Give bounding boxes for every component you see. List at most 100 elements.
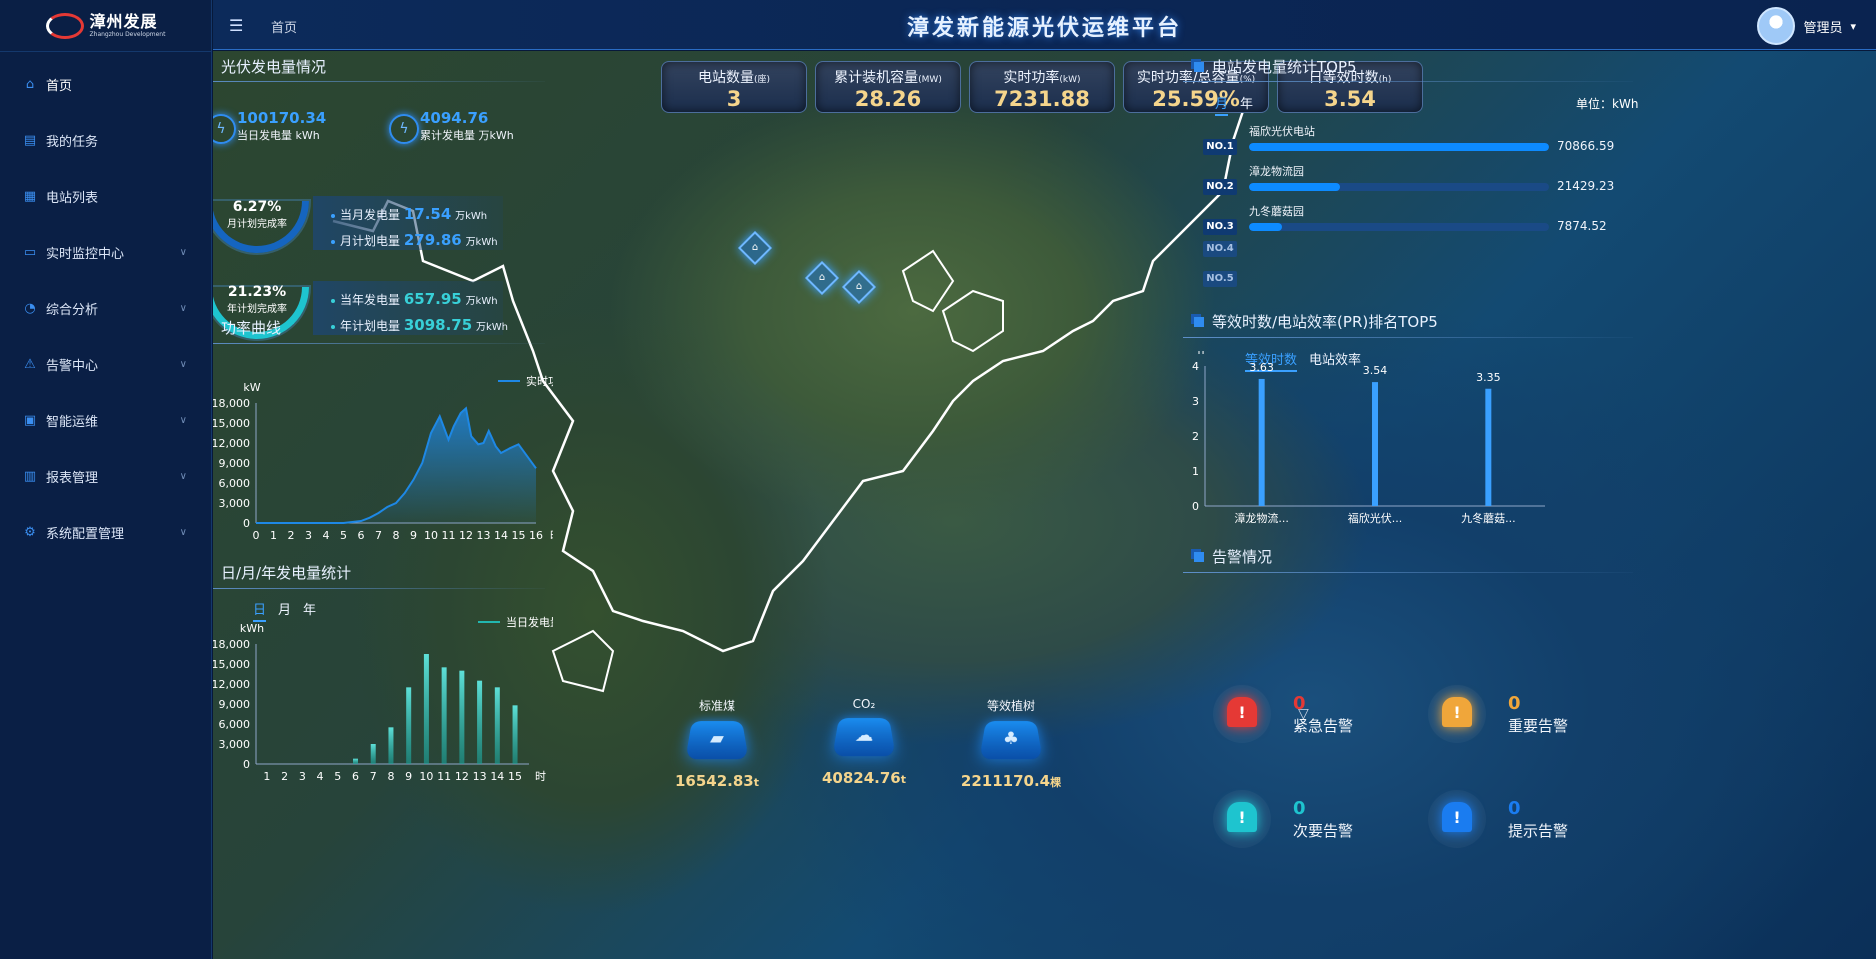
bar[interactable] xyxy=(441,667,447,764)
kpi-value: 7231.88 xyxy=(994,87,1090,111)
daily-generation-unit: kWh xyxy=(295,129,320,142)
y-tick-label: 9,000 xyxy=(219,698,251,711)
y-tick-label: 3 xyxy=(1192,395,1199,408)
chevron-down-icon: ∨ xyxy=(179,414,187,426)
bar[interactable] xyxy=(1372,382,1378,506)
avatar[interactable] xyxy=(1757,7,1796,45)
sidebar-item[interactable]: ▤ 我的任务 xyxy=(0,112,211,168)
alarm-card[interactable]: ! 0 次要告警 xyxy=(1213,790,1433,850)
x-tick-label: 13 xyxy=(477,529,491,542)
bar[interactable] xyxy=(1258,378,1265,506)
kpi-card: 电站数量(座) 3 xyxy=(661,61,807,113)
divider xyxy=(213,588,545,589)
kpi-unit: (kW) xyxy=(1059,75,1081,85)
chevron-down-icon: ∨ xyxy=(179,302,187,314)
top5-row[interactable]: NO.2 漳龙物流园 21429.23 xyxy=(1183,161,1614,195)
x-tick-label: 福欣光伏... xyxy=(1348,511,1403,525)
month-rate: 6.27% 月计划完成率 xyxy=(213,199,309,230)
alarm-card[interactable]: ! 0 重要告警 xyxy=(1428,685,1648,745)
pv-panel-title: 光伏发电量情况 xyxy=(213,56,326,77)
chart-legend[interactable]: 实时功率 xyxy=(498,374,553,388)
top5-row[interactable]: NO.1 福欣光伏电站 70866.59 xyxy=(1183,121,1614,155)
bar[interactable] xyxy=(423,654,429,764)
bar[interactable] xyxy=(512,705,518,764)
top5-row[interactable]: NO.3 九冬蘑菇园 7874.52 xyxy=(1183,201,1607,235)
y-tick-label: 15,000 xyxy=(213,658,250,671)
top5-row[interactable]: NO.5 xyxy=(1183,271,1583,305)
y-tick-label: 0 xyxy=(243,517,250,530)
logo-mark-icon xyxy=(45,12,84,39)
island-outline xyxy=(901,249,955,313)
x-tick-label: 10 xyxy=(419,770,433,783)
chevron-down-icon: ∨ xyxy=(179,246,187,258)
sidebar-item[interactable]: ▥ 报表管理 ∨ xyxy=(0,448,211,504)
alarm-card[interactable]: ! 0 紧急告警 xyxy=(1213,685,1433,745)
sidebar-item[interactable]: ▣ 智能运维 ∨ xyxy=(0,392,211,448)
x-tick-label: 4 xyxy=(323,529,330,542)
bar[interactable] xyxy=(406,687,412,764)
bar[interactable] xyxy=(370,744,376,764)
bar[interactable] xyxy=(459,670,465,764)
top5-unit-label: 单位：kWh xyxy=(1576,97,1639,111)
x-tick-label: 6 xyxy=(358,529,365,542)
sidebar-item[interactable]: ⌂ 首页 xyxy=(0,56,211,112)
year-rate-label: 年计划完成率 xyxy=(227,304,287,315)
env-value-unit: t xyxy=(753,776,760,789)
chart-legend[interactable]: 当日发电量 xyxy=(478,615,553,629)
ops-icon: ▣ xyxy=(23,412,37,428)
alarm-light-icon: ! xyxy=(1227,802,1257,832)
sidebar: 漳州发展 Zhangzhou Development ⌂ 首页 ▤ 我的任务 ▦ 电站列表… xyxy=(0,0,212,959)
pr-chart[interactable]: 01234h等效时数3.63漳龙物流...3.54福欣光伏...3.35九冬蘑菇… xyxy=(1175,351,1565,531)
bar-value-label: 3.35 xyxy=(1476,371,1501,384)
bar[interactable] xyxy=(494,687,500,764)
x-tick-label: 15 xyxy=(512,529,526,542)
x-tick-label: 15 xyxy=(508,770,522,783)
kpi-label: 实时功率(kW) xyxy=(970,67,1114,87)
sidebar-item[interactable]: ◔ 综合分析 ∨ xyxy=(0,280,211,336)
bar-value-label: 3.54 xyxy=(1363,364,1388,377)
bar[interactable] xyxy=(477,680,483,764)
y-tick-label: 15,000 xyxy=(213,417,250,430)
x-tick-label: 0 xyxy=(253,529,260,542)
env-label: 标准煤 xyxy=(698,699,735,713)
daily-generation-label: 当日发电量 xyxy=(237,129,292,142)
bar[interactable] xyxy=(353,758,358,764)
sidebar-item[interactable]: ▦ 电站列表 xyxy=(0,168,211,224)
user-menu[interactable]: 管理员 ▾ xyxy=(1757,7,1856,45)
x-tick-label: 9 xyxy=(405,770,412,783)
bar-value-label: 3.63 xyxy=(1249,361,1274,374)
x-tick-label: 13 xyxy=(473,770,487,783)
bar[interactable] xyxy=(388,727,394,764)
x-tick-label: 16 xyxy=(529,529,543,542)
rank-badge: NO.3 xyxy=(1203,219,1237,235)
kpi-label-text: 累计装机容量 xyxy=(834,70,919,86)
gen-stats-chart[interactable]: 0 3,000 6,000 9,000 12,000 15,000 18,000 kWh 当日发… xyxy=(213,599,553,789)
logo-text: 漳州发展 xyxy=(89,11,158,31)
alarm-light-icon: ! xyxy=(1227,697,1257,727)
env-benefit-card: 标准煤 ▰ 16542.83t xyxy=(657,697,777,790)
bar[interactable] xyxy=(1485,388,1492,506)
x-tick-label: 4 xyxy=(317,770,324,783)
sidebar-item[interactable]: ⚙ 系统配置管理 ∨ xyxy=(0,504,211,560)
logo-subtext: Zhangzhou Development xyxy=(89,30,166,38)
alarm-card[interactable]: ! 0 提示告警 xyxy=(1428,790,1648,850)
brand-logo[interactable]: 漳州发展 Zhangzhou Development xyxy=(0,0,211,52)
top5-row[interactable]: NO.4 xyxy=(1183,241,1583,275)
power-curve-title: 功率曲线 xyxy=(213,317,281,338)
power-curve-chart[interactable]: 0 3,000 6,000 9,000 12,000 15,000 18,000 kW 实时功率… xyxy=(213,357,553,547)
y-axis-label: kWh xyxy=(240,622,264,635)
legend-label: 实时功率 xyxy=(526,374,553,388)
rank-badge: NO.4 xyxy=(1203,241,1237,257)
sidebar-item[interactable]: ⚠ 告警中心 ∨ xyxy=(0,336,211,392)
sidebar-item-label: 报表管理 xyxy=(46,470,99,486)
tab-0[interactable]: 月 xyxy=(1215,93,1229,116)
task-icon: ▤ xyxy=(23,132,37,148)
env-value: 16542.83t xyxy=(657,772,777,790)
top5-title: 电站发电量统计TOP5 xyxy=(1194,56,1357,77)
rank-bar-track xyxy=(1249,183,1549,191)
y-axis-label: h xyxy=(1198,351,1205,357)
alarm-icon: ⚠ xyxy=(24,356,36,372)
tab-1[interactable]: 年 xyxy=(1240,93,1253,116)
title-marker-icon xyxy=(1194,61,1204,72)
sidebar-item[interactable]: ▭ 实时监控中心 ∨ xyxy=(0,224,211,280)
